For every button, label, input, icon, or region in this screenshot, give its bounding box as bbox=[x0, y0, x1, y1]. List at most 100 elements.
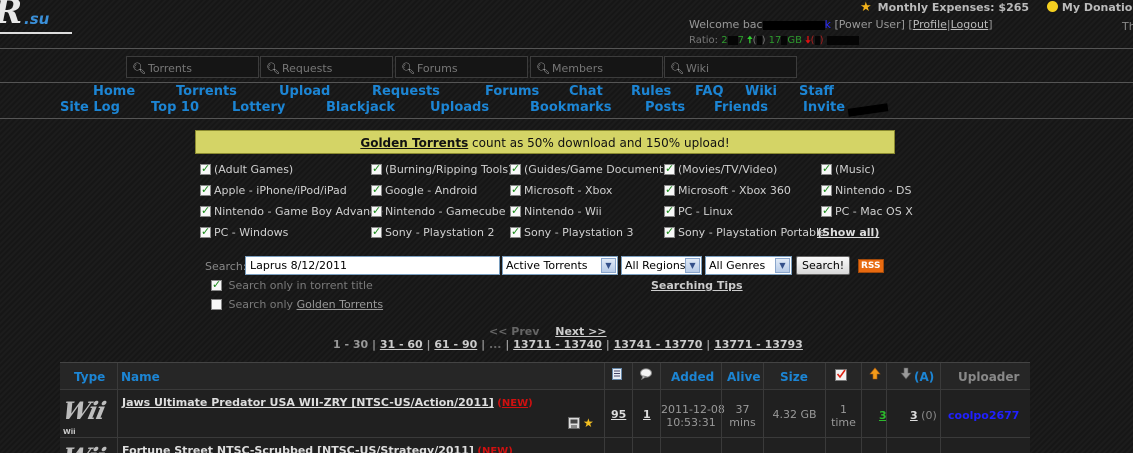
download-icon[interactable] bbox=[568, 417, 580, 432]
category-option[interactable]: Nintendo - Wii bbox=[510, 204, 602, 218]
status-select[interactable]: Active Torrents ▼ bbox=[502, 256, 618, 275]
comments-icon[interactable] bbox=[640, 368, 652, 383]
comments-count[interactable]: 1 bbox=[643, 408, 651, 421]
nav-uploads[interactable]: Uploads bbox=[430, 100, 489, 115]
category-option[interactable]: Apple - iPhone/iPod/iPad bbox=[200, 183, 347, 197]
leechers-icon[interactable] bbox=[900, 367, 912, 383]
category-checkbox[interactable] bbox=[664, 204, 675, 217]
nav-invite[interactable]: Invite bbox=[803, 100, 845, 115]
category-checkbox[interactable] bbox=[200, 183, 211, 196]
opt-title-checkbox[interactable] bbox=[211, 278, 222, 291]
region-select[interactable]: All Regions ▼ bbox=[621, 256, 702, 275]
category-checkbox[interactable] bbox=[371, 225, 382, 238]
prev-link[interactable]: << Prev bbox=[489, 325, 539, 338]
col-name[interactable]: Name bbox=[121, 370, 160, 384]
seeders-icon[interactable] bbox=[869, 367, 881, 383]
category-option[interactable]: Sony - Playstation 3 bbox=[510, 225, 633, 239]
category-option[interactable]: PC - Mac OS X bbox=[821, 204, 913, 218]
category-option[interactable]: (Music) bbox=[821, 162, 875, 176]
category-option[interactable]: (Adult Games) bbox=[200, 162, 293, 176]
category-checkbox[interactable] bbox=[510, 162, 521, 175]
category-option[interactable]: Sony - Playstation 2 bbox=[371, 225, 494, 239]
category-wii-icon[interactable]: Wii bbox=[60, 442, 108, 453]
opt-title-only[interactable]: Search only in torrent title bbox=[211, 278, 373, 292]
nav-requests[interactable]: Requests bbox=[372, 84, 440, 99]
category-option[interactable]: Microsoft - Xbox 360 bbox=[664, 183, 791, 197]
category-checkbox[interactable] bbox=[200, 225, 211, 238]
category-checkbox[interactable] bbox=[664, 183, 675, 196]
quick-search-members[interactable]: 🔍︎ Members bbox=[530, 56, 663, 78]
search-button[interactable]: Search! bbox=[796, 256, 851, 275]
category-checkbox[interactable] bbox=[664, 162, 675, 175]
category-checkbox[interactable] bbox=[664, 225, 675, 238]
nav-site-log[interactable]: Site Log bbox=[60, 100, 120, 115]
category-checkbox[interactable] bbox=[821, 204, 832, 217]
category-checkbox[interactable] bbox=[200, 204, 211, 217]
golden-torrents-link[interactable]: Golden Torrents bbox=[297, 298, 384, 311]
files-icon[interactable] bbox=[612, 368, 622, 383]
nav-friends[interactable]: Friends bbox=[714, 100, 768, 115]
category-option[interactable]: PC - Windows bbox=[200, 225, 288, 239]
nav-wiki[interactable]: Wiki bbox=[745, 84, 777, 99]
quick-search-torrents[interactable]: 🔍︎ Torrents bbox=[126, 56, 259, 78]
show-all-link[interactable]: (Show all) bbox=[817, 226, 879, 239]
page-link[interactable]: 13741 - 13770 bbox=[614, 338, 703, 351]
my-donations-link[interactable]: My Donations bbox=[1062, 1, 1133, 14]
table-row[interactable]: Wii Wii Jaws Ultimate Predator USA WII-Z… bbox=[60, 389, 1030, 437]
page-link[interactable]: 31 - 60 bbox=[380, 338, 423, 351]
category-option[interactable]: Nintendo - Game Boy Advance bbox=[200, 204, 383, 218]
opt-golden-checkbox[interactable] bbox=[211, 299, 222, 310]
logout-link[interactable]: Logout bbox=[951, 18, 989, 31]
nav-blackjack[interactable]: Blackjack bbox=[326, 100, 395, 115]
category-checkbox[interactable] bbox=[510, 183, 521, 196]
category-checkbox[interactable] bbox=[821, 183, 832, 196]
nav-home[interactable]: Home bbox=[93, 84, 135, 99]
category-checkbox[interactable] bbox=[510, 225, 521, 238]
category-option[interactable]: Nintendo - Gamecube bbox=[371, 204, 506, 218]
nav-bookmarks[interactable]: Bookmarks bbox=[530, 100, 612, 115]
golden-torrents-link[interactable]: Golden Torrents bbox=[360, 136, 468, 150]
bookmark-star-icon[interactable]: ★ bbox=[583, 416, 594, 430]
page-link[interactable]: 61 - 90 bbox=[434, 338, 477, 351]
snatched-icon[interactable] bbox=[835, 368, 847, 384]
rss-button[interactable]: RSS bbox=[858, 259, 884, 273]
page-link[interactable]: 13711 - 13740 bbox=[513, 338, 602, 351]
col-added[interactable]: Added bbox=[671, 370, 714, 384]
category-checkbox[interactable] bbox=[371, 183, 382, 196]
category-checkbox[interactable] bbox=[371, 162, 382, 175]
torrent-name-link[interactable]: Jaws Ultimate Predator USA WII-ZRY [NTSC… bbox=[122, 396, 494, 409]
col-type[interactable]: Type bbox=[74, 370, 105, 384]
nav-chat[interactable]: Chat bbox=[569, 84, 603, 99]
col-alive[interactable]: Alive bbox=[727, 370, 760, 384]
nav-staff[interactable]: Staff bbox=[799, 84, 834, 99]
quick-search-requests[interactable]: 🔍︎ Requests bbox=[260, 56, 393, 78]
category-checkbox[interactable] bbox=[821, 162, 832, 175]
category-checkbox[interactable] bbox=[200, 162, 211, 175]
category-option[interactable]: PC - Linux bbox=[664, 204, 733, 218]
next-link[interactable]: Next >> bbox=[555, 325, 606, 338]
col-uploader[interactable]: Uploader bbox=[958, 370, 1019, 384]
category-option[interactable]: Google - Android bbox=[371, 183, 477, 197]
profile-link[interactable]: Profile bbox=[913, 18, 947, 31]
nav-forums[interactable]: Forums bbox=[485, 84, 539, 99]
col-anon[interactable]: (A) bbox=[914, 370, 934, 384]
nav-top10[interactable]: Top 10 bbox=[151, 100, 199, 115]
page-link[interactable]: 13771 - 13793 bbox=[714, 338, 803, 351]
nav-torrents[interactable]: Torrents bbox=[176, 84, 237, 99]
files-count[interactable]: 95 bbox=[611, 408, 626, 421]
uploader-link[interactable]: coolpo2677 bbox=[948, 409, 1019, 422]
category-checkbox[interactable] bbox=[510, 204, 521, 217]
genre-select[interactable]: All Genres ▼ bbox=[705, 256, 792, 275]
opt-golden-only[interactable]: Search only Golden Torrents bbox=[211, 298, 383, 311]
category-option[interactable]: (Movies/TV/Video) bbox=[664, 162, 777, 176]
nav-rules[interactable]: Rules bbox=[631, 84, 671, 99]
category-option[interactable]: Nintendo - DS bbox=[821, 183, 911, 197]
nav-faq[interactable]: FAQ bbox=[695, 84, 724, 99]
table-row[interactable]: Wii Fortune Street NTSC-Scrubbed [NTSC-U… bbox=[60, 437, 1030, 453]
torrent-name-link[interactable]: Fortune Street NTSC-Scrubbed [NTSC-US/St… bbox=[122, 444, 474, 453]
col-size[interactable]: Size bbox=[780, 370, 808, 384]
nav-upload[interactable]: Upload bbox=[279, 84, 330, 99]
search-input[interactable]: Laprus 8/12/2011 bbox=[245, 256, 500, 275]
category-option[interactable]: (Guides/Game Documents) bbox=[510, 162, 673, 176]
nav-posts[interactable]: Posts bbox=[645, 100, 685, 115]
